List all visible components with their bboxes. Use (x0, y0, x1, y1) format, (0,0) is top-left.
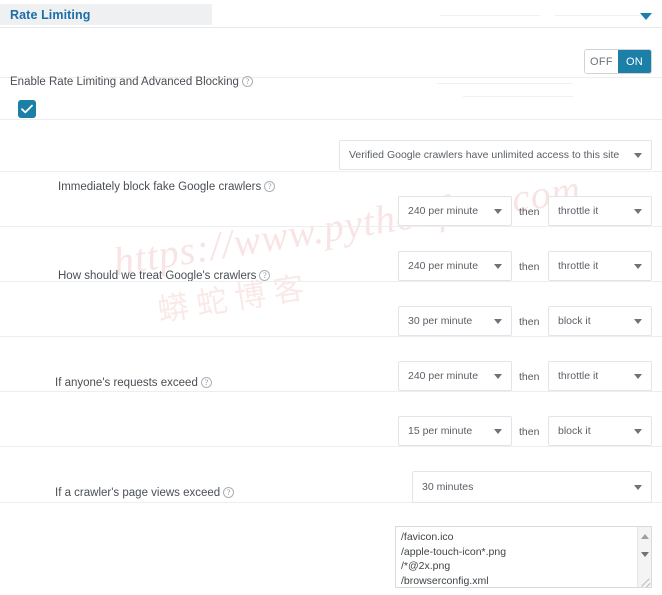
rule-3-action-value: throttle it (558, 370, 599, 382)
caret-down-icon (634, 319, 642, 324)
caret-down-icon (494, 264, 502, 269)
row-block-fake-google-crawlers: Immediately block fake Google crawlers? (0, 78, 662, 193)
google-crawlers-select-value: Verified Google crawlers have unlimited … (349, 149, 620, 161)
whitelisted-404-urls-textarea[interactable]: /favicon.ico /apple-touch-icon*.png /*@2… (395, 526, 652, 588)
google-crawlers-select[interactable]: Verified Google crawlers have unlimited … (339, 140, 652, 170)
caret-down-icon (634, 264, 642, 269)
caret-down-icon (634, 209, 642, 214)
check-icon (21, 104, 33, 114)
rule-2-amount-select[interactable]: 30 per minute (398, 306, 512, 336)
caret-down-icon (634, 429, 642, 434)
caret-down-icon (494, 429, 502, 434)
panel-header[interactable]: Rate Limiting (0, 0, 662, 28)
rule-2-then-label: then (519, 316, 540, 328)
enable-rate-limiting-toggle[interactable]: OFF ON (584, 49, 652, 74)
caret-down-icon (494, 319, 502, 324)
rule-4-amount-value: 15 per minute (408, 425, 473, 437)
rule-2-amount-value: 30 per minute (408, 315, 473, 327)
rule-0-amount-value: 240 per minute (408, 205, 479, 217)
rule-3-then-label: then (519, 371, 540, 383)
rule-2-action-select[interactable]: block it (548, 306, 652, 336)
rule-0-action-select[interactable]: throttle it (548, 196, 652, 226)
rule-3-action-select[interactable]: throttle it (548, 361, 652, 391)
rule-4-action-select[interactable]: block it (548, 416, 652, 446)
toggle-on-option[interactable]: ON (618, 50, 651, 73)
rule-1-amount-select[interactable]: 240 per minute (398, 251, 512, 281)
caret-down-icon (634, 374, 642, 379)
caret-down-icon (494, 374, 502, 379)
block-duration-select[interactable]: 30 minutes (412, 471, 652, 503)
rule-1-action-select[interactable]: throttle it (548, 251, 652, 281)
block-fake-crawlers-checkbox[interactable] (18, 100, 36, 118)
page-title: Rate Limiting (10, 8, 91, 22)
rule-4-then-label: then (519, 426, 540, 438)
header-skeleton-line-2 (555, 15, 643, 16)
rule-1-amount-value: 240 per minute (408, 260, 479, 272)
chevron-down-icon[interactable] (640, 13, 652, 20)
rate-limiting-panel: https://www.pythonfree.com 蟒蛇博客 Rate Lim… (0, 0, 662, 595)
rule-4-amount-select[interactable]: 15 per minute (398, 416, 512, 446)
rule-0-amount-select[interactable]: 240 per minute (398, 196, 512, 226)
rule-3-amount-select[interactable]: 240 per minute (398, 361, 512, 391)
whitelisted-404-urls-value: /favicon.ico /apple-touch-icon*.png /*@2… (401, 531, 507, 587)
header-skeleton-line-1 (440, 15, 540, 16)
row-enable-rate-limiting: Enable Rate Limiting and Advanced Blocki… (0, 28, 662, 97)
rule-0-then-label: then (519, 206, 540, 218)
triangle-down-icon[interactable] (641, 552, 649, 557)
caret-down-icon (634, 485, 642, 490)
caret-down-icon (494, 209, 502, 214)
toggle-off-option[interactable]: OFF (585, 50, 618, 73)
rule-3-amount-value: 240 per minute (408, 370, 479, 382)
block-duration-value: 30 minutes (422, 481, 474, 493)
rule-2-action-value: block it (558, 315, 591, 327)
rule-4-action-value: block it (558, 425, 591, 437)
rule-0-action-value: throttle it (558, 205, 599, 217)
rule-1-action-value: throttle it (558, 260, 599, 272)
caret-down-icon (634, 153, 642, 158)
rule-1-then-label: then (519, 261, 540, 273)
triangle-up-icon[interactable] (641, 534, 649, 539)
resize-grip-icon[interactable] (640, 576, 650, 586)
